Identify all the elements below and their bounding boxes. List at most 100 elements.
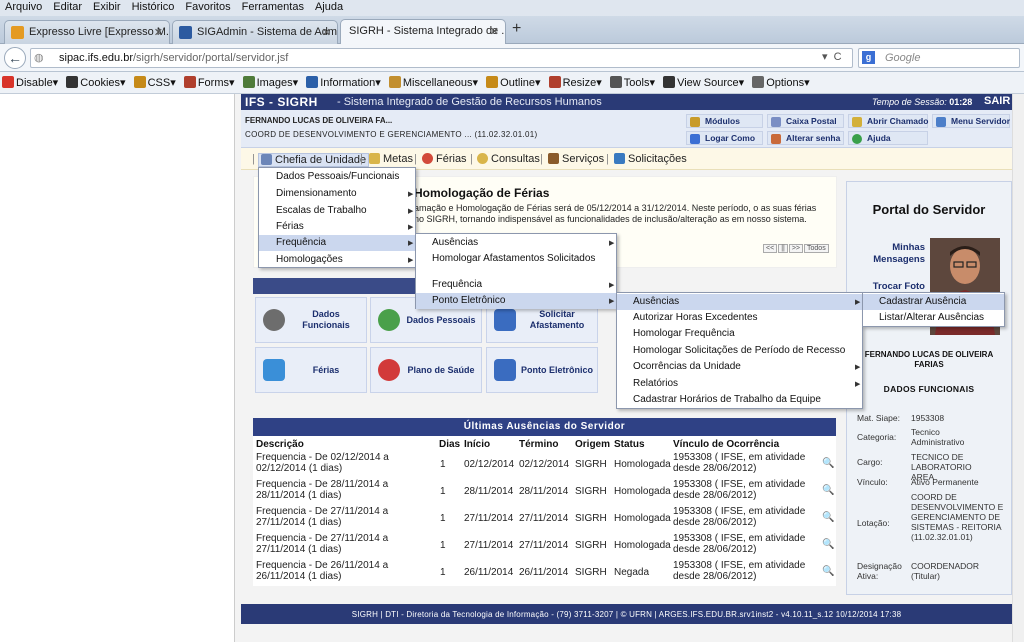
ajuda-button[interactable]: Ajuda (848, 131, 928, 145)
vertical-scrollbar[interactable] (1012, 94, 1024, 642)
submenu-arrow-icon: ▶ (408, 191, 414, 198)
dev-misc[interactable]: Miscellaneous▾ (387, 72, 481, 89)
dev-tools[interactable]: Tools▾ (608, 72, 658, 89)
service-dados-funcionais[interactable]: Dados Funcionais (255, 297, 367, 343)
menuitem-escalas-de-trabalho[interactable]: Escalas de Trabalho ▶ (259, 203, 415, 219)
menuitem-ponto-eletronico[interactable]: Ponto Eletrônico ▶ (416, 293, 616, 309)
back-button[interactable]: ← (4, 47, 26, 69)
menuitem-cadastrar-horarios[interactable]: Cadastrar Horários de Trabalho da Equipe (617, 392, 862, 408)
magnifier-icon[interactable]: 🔍 (822, 539, 834, 550)
menuitem-listar-alterar-ausencias[interactable]: Listar/Alterar Ausências (863, 310, 1004, 326)
new-tab-button[interactable]: + (512, 20, 521, 38)
menu-servicos[interactable]: Serviços (548, 153, 604, 165)
close-tab-icon[interactable]: ✕ (322, 26, 331, 39)
page-left-margin (0, 94, 234, 642)
google-icon[interactable]: g (862, 51, 875, 64)
service-plano-de-saude[interactable]: Plano de Saúde (370, 347, 482, 393)
menu-exibir[interactable]: Exibir (88, 0, 127, 13)
menu-servidor-button[interactable]: Menu Servidor (932, 114, 1010, 128)
brand-title: IFS - SIGRH (245, 95, 318, 109)
menuitem-homologar-frequencia[interactable]: Homologar Frequência (617, 326, 862, 342)
my-messages-link[interactable]: Minhas Mensagens (858, 242, 925, 266)
menuitem-ausencias-ponto[interactable]: Ausências ▶ (617, 294, 862, 310)
reload-icon[interactable]: ▾ C (822, 50, 842, 63)
pager-prev[interactable]: << (763, 244, 778, 253)
vacation-icon (422, 153, 433, 164)
modulos-button[interactable]: Módulos (686, 114, 763, 128)
globe-icon: ◍ (34, 52, 44, 64)
magnifier-icon[interactable]: 🔍 (822, 566, 834, 577)
menu-editar[interactable]: Editar (48, 0, 88, 13)
menu-historico[interactable]: Histórico (127, 0, 181, 13)
browser-tab-sigadmin[interactable]: SIGAdmin - Sistema de Admini... ✕ (172, 20, 338, 44)
close-tab-icon[interactable]: ✕ (490, 25, 499, 38)
menu-chefia-de-unidade[interactable]: Chefia de Unidade (258, 153, 370, 167)
menuitem-autorizar-horas-excedentes[interactable]: Autorizar Horas Excedentes (617, 310, 862, 326)
dev-resize[interactable]: Resize▾ (547, 72, 605, 89)
session-time: 01:28 (949, 97, 973, 107)
table-row: Frequencia - De 28/11/2014 a 28/11/2014 (… (256, 479, 835, 501)
dev-css[interactable]: CSS▾ (132, 72, 179, 89)
menuitem-frequencia[interactable]: Frequência ▶ (259, 235, 415, 251)
menuitem-homologacoes[interactable]: Homologações ▶ (259, 252, 415, 268)
alterar-senha-button[interactable]: Alterar senha (767, 131, 844, 145)
menu-solicitacoes[interactable]: Solicitações (614, 153, 687, 165)
pager-all[interactable]: Todos (804, 244, 829, 253)
menuitem-frequencia-sub[interactable]: Frequência ▶ (416, 277, 616, 293)
field-label: Mat. Siape: (857, 413, 900, 423)
menu-favoritos[interactable]: Favoritos (180, 0, 236, 13)
logar-como-button[interactable]: Logar Como (686, 131, 763, 145)
caixa-postal-button[interactable]: Caixa Postal (767, 114, 844, 128)
close-tab-icon[interactable]: ✕ (154, 26, 163, 39)
dev-view-source[interactable]: View Source▾ (661, 72, 747, 89)
menuitem-dimensionamento[interactable]: Dimensionamento ▶ (259, 186, 415, 202)
absences-title: Últimas Ausências do Servidor (253, 418, 836, 436)
url-field[interactable]: sipac.ifs.edu.br/sigrh/servidor/portal/s… (30, 48, 853, 68)
change-photo-link[interactable]: Trocar Foto (858, 281, 925, 292)
logout-link[interactable]: SAIR (984, 95, 1010, 107)
user-unit: COORD DE DESENVOLVIMENTO E GERENCIAMENTO… (245, 130, 538, 139)
magnifier-icon[interactable]: 🔍 (822, 512, 834, 523)
browser-tab-sigrh[interactable]: SIGRH - Sistema Integrado de ... ✕ (340, 19, 506, 44)
pager-next[interactable]: >> (788, 244, 804, 253)
dev-forms[interactable]: Forms▾ (182, 72, 238, 89)
menu-metas[interactable]: Metas (369, 153, 413, 165)
tools-icon (609, 76, 622, 88)
menuitem-dados-pessoais-funcionais[interactable]: Dados Pessoais/Funcionais (259, 169, 415, 185)
menu-arquivo[interactable]: Arquivo (0, 0, 48, 13)
pager-pause[interactable]: || (778, 244, 788, 253)
dev-images[interactable]: Images▾ (241, 72, 302, 89)
dev-outline[interactable]: Outline▾ (484, 72, 543, 89)
magnifier-icon[interactable]: 🔍 (822, 485, 834, 496)
dev-information[interactable]: Information▾ (304, 72, 384, 89)
dev-options[interactable]: Options▾ (750, 72, 812, 89)
col-termino: Término (519, 439, 559, 450)
menuitem-ferias[interactable]: Férias ▶ (259, 219, 415, 235)
menu-ajuda[interactable]: Ajuda (310, 0, 349, 13)
menuitem-homologar-afastamentos[interactable]: Homologar Afastamentos Solicitados (416, 251, 616, 267)
browser-tab-expresso[interactable]: Expresso Livre [Expresso M... ✕ (4, 20, 170, 44)
menuitem-relatorios[interactable]: Relatórios ▶ (617, 376, 862, 392)
dropdown-ponto-eletronico: Ausências ▶ Autorizar Horas Excedentes Ho… (616, 292, 863, 409)
field-label: Vínculo: (857, 477, 888, 487)
field-label: Cargo: (857, 457, 883, 467)
menuitem-homologar-periodo-recesso[interactable]: Homologar Solicitações de Período de Rec… (617, 343, 862, 359)
menu-ferramentas[interactable]: Ferramentas (237, 0, 310, 13)
menuitem-ausencias[interactable]: Ausências ▶ (416, 235, 616, 251)
magnifier-icon[interactable]: 🔍 (822, 458, 834, 469)
menu-separator: | (252, 153, 255, 165)
service-ferias[interactable]: Férias (255, 347, 367, 393)
dev-disable[interactable]: Disable▾ (0, 72, 61, 89)
menu-consultas[interactable]: Consultas (477, 153, 540, 165)
session-timer: Tempo de Sessão: 01:28 (872, 97, 972, 107)
menuitem-ocorrencias-da-unidade[interactable]: Ocorrências da Unidade ▶ (617, 359, 862, 375)
search-field[interactable]: Google (858, 48, 1020, 68)
browser-menubar: Arquivo Editar Exibir Histórico Favoritos Fer… (0, 0, 1024, 16)
sigadmin-favicon-icon (179, 26, 192, 39)
menu-ferias[interactable]: Férias (422, 153, 467, 165)
abrir-chamado-button[interactable]: Abrir Chamado (848, 114, 928, 128)
service-ponto-eletronico[interactable]: Ponto Eletrônico (486, 347, 598, 393)
dev-cookies[interactable]: Cookies▾ (64, 72, 128, 89)
menuitem-cadastrar-ausencia[interactable]: Cadastrar Ausência (863, 294, 1004, 310)
airplane-icon (263, 359, 285, 381)
